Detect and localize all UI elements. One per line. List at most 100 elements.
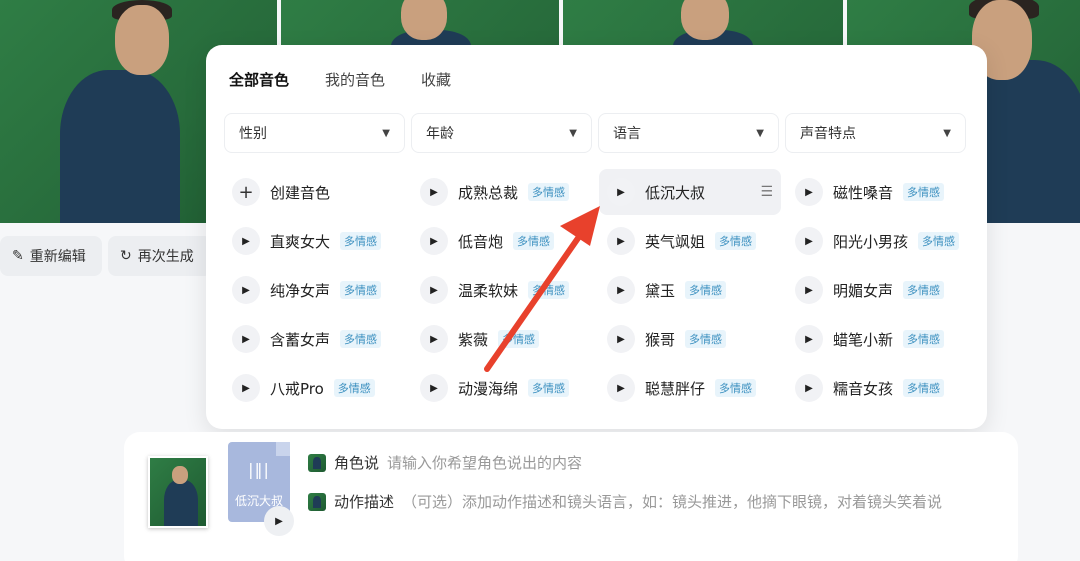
voice-item-selected[interactable]: ▶ 低沉大叔 ☰ — [599, 169, 781, 215]
settings-sliders-icon[interactable]: ☰ — [760, 184, 773, 200]
voice-label: 阳光小男孩 — [833, 232, 909, 251]
play-icon[interactable]: ▶ — [232, 325, 260, 353]
sound-wave-icon: |‖| — [248, 460, 270, 479]
multi-emotion-tag: 多情感 — [903, 379, 945, 397]
voice-item[interactable]: ▶ 糯音女孩 多情感 — [787, 365, 969, 411]
voice-item[interactable]: ▶ 低音炮 多情感 — [412, 218, 594, 264]
filter-label: 声音特点 — [800, 126, 856, 142]
play-icon[interactable]: ▶ — [232, 227, 260, 255]
voice-item[interactable]: ▶ 黛玉 多情感 — [599, 267, 781, 313]
voice-item[interactable]: ▶ 蜡笔小新 多情感 — [787, 316, 969, 362]
play-icon[interactable]: ▶ — [607, 325, 635, 353]
play-icon[interactable]: ▶ — [795, 374, 823, 402]
voice-item[interactable]: ▶ 成熟总裁 多情感 — [412, 169, 594, 215]
filter-voice-trait-dropdown[interactable]: 声音特点 ▼ — [785, 113, 966, 153]
prompt-card: |‖| 低沉大叔 ▶ 角色说 请输入你希望角色说出的内容 动作描述 （可选）添加… — [124, 432, 1018, 561]
voice-label: 蜡笔小新 — [833, 330, 894, 349]
voice-label: 纯净女声 — [270, 281, 331, 300]
voice-label: 动漫海绵 — [458, 379, 519, 398]
voice-label: 聪慧胖仔 — [645, 379, 706, 398]
play-icon[interactable]: ▶ — [420, 276, 448, 304]
person-face — [115, 5, 169, 75]
voice-label: 温柔软妹 — [458, 281, 519, 300]
action-description-row[interactable]: 动作描述 （可选）添加动作描述和镜头语言，如：镜头推进，他摘下眼镜，对着镜头笑着… — [308, 491, 942, 512]
play-icon[interactable]: ▶ — [607, 178, 635, 206]
voice-item[interactable]: ▶ 阳光小男孩 多情感 — [787, 218, 969, 264]
role-say-label: 角色说 — [334, 454, 380, 472]
voice-label: 明媚女声 — [833, 281, 894, 300]
person-figure — [164, 480, 198, 526]
voice-item[interactable]: ▶ 聪慧胖仔 多情感 — [599, 365, 781, 411]
play-icon[interactable]: ▶ — [607, 227, 635, 255]
multi-emotion-tag: 多情感 — [333, 379, 375, 397]
role-say-input[interactable]: 请输入你希望角色说出的内容 — [387, 452, 582, 473]
tab-my-voices[interactable]: 我的音色 — [325, 69, 385, 90]
filter-age-dropdown[interactable]: 年龄 ▼ — [411, 113, 592, 153]
play-icon[interactable]: ▶ — [795, 325, 823, 353]
play-icon[interactable]: ▶ — [420, 178, 448, 206]
action-description-input[interactable]: （可选）添加动作描述和镜头语言，如：镜头推进，他摘下眼镜，对着镜头笑着说 — [402, 491, 942, 512]
play-icon[interactable]: ▶ — [232, 276, 260, 304]
refresh-icon: ↻ — [120, 248, 132, 264]
character-mini-avatar — [308, 492, 326, 511]
create-voice-button[interactable]: + 创建音色 — [224, 169, 406, 215]
voice-label: 八戒Pro — [270, 379, 324, 398]
play-icon[interactable]: ▶ — [264, 506, 294, 536]
voice-label: 紫薇 — [458, 330, 489, 349]
play-icon[interactable]: ▶ — [795, 178, 823, 206]
filter-gender-dropdown[interactable]: 性别 ▼ — [224, 113, 405, 153]
play-icon[interactable]: ▶ — [795, 227, 823, 255]
regenerate-button[interactable]: ↻ 再次生成 — [108, 236, 212, 276]
voice-label: 英气飒姐 — [645, 232, 706, 251]
person-face — [172, 466, 188, 484]
caret-down-icon: ▼ — [756, 127, 764, 139]
voice-item[interactable]: ▶ 直爽女大 多情感 — [224, 218, 406, 264]
multi-emotion-tag: 多情感 — [528, 183, 570, 201]
play-icon[interactable]: ▶ — [420, 227, 448, 255]
filter-language-dropdown[interactable]: 语言 ▼ — [598, 113, 779, 153]
voice-item[interactable]: ▶ 纯净女声 多情感 — [224, 267, 406, 313]
multi-emotion-tag: 多情感 — [528, 379, 570, 397]
voice-label: 直爽女大 — [270, 232, 331, 251]
multi-emotion-tag: 多情感 — [903, 330, 945, 348]
file-fold-corner — [276, 442, 290, 456]
voice-item[interactable]: ▶ 紫薇 多情感 — [412, 316, 594, 362]
role-say-row[interactable]: 角色说 请输入你希望角色说出的内容 — [308, 452, 582, 473]
play-icon[interactable]: ▶ — [420, 325, 448, 353]
voice-item[interactable]: ▶ 明媚女声 多情感 — [787, 267, 969, 313]
person-figure — [60, 70, 180, 223]
voice-item[interactable]: ▶ 猴哥 多情感 — [599, 316, 781, 362]
play-icon[interactable]: ▶ — [607, 276, 635, 304]
voice-item[interactable]: ▶ 英气飒姐 多情感 — [599, 218, 781, 264]
multi-emotion-tag: 多情感 — [903, 281, 945, 299]
filter-label: 语言 — [613, 126, 641, 142]
voice-label: 磁性嗓音 — [833, 183, 894, 202]
voice-label: 糯音女孩 — [833, 379, 894, 398]
voice-item[interactable]: ▶ 温柔软妹 多情感 — [412, 267, 594, 313]
action-description-label: 动作描述 — [334, 493, 395, 511]
reedit-button[interactable]: ✎ 重新编辑 — [0, 236, 102, 276]
character-thumbnail[interactable] — [148, 456, 208, 528]
multi-emotion-tag: 多情感 — [685, 281, 727, 299]
voice-label: 低音炮 — [458, 232, 504, 251]
caret-down-icon: ▼ — [382, 127, 390, 139]
voice-item[interactable]: ▶ 含蓄女声 多情感 — [224, 316, 406, 362]
caret-down-icon: ▼ — [569, 127, 577, 139]
multi-emotion-tag: 多情感 — [918, 232, 960, 250]
voice-item[interactable]: ▶ 动漫海绵 多情感 — [412, 365, 594, 411]
tab-all-voices[interactable]: 全部音色 — [229, 69, 289, 90]
play-icon[interactable]: ▶ — [607, 374, 635, 402]
edit-icon: ✎ — [12, 248, 24, 264]
play-icon[interactable]: ▶ — [795, 276, 823, 304]
voice-filters: 性别 ▼ 年龄 ▼ 语言 ▼ 声音特点 ▼ — [224, 113, 966, 153]
multi-emotion-tag: 多情感 — [340, 232, 382, 250]
voice-label: 猴哥 — [645, 330, 676, 349]
voice-item[interactable]: ▶ 八戒Pro 多情感 — [224, 365, 406, 411]
play-icon[interactable]: ▶ — [420, 374, 448, 402]
multi-emotion-tag: 多情感 — [513, 232, 555, 250]
play-icon[interactable]: ▶ — [232, 374, 260, 402]
multi-emotion-tag: 多情感 — [340, 281, 382, 299]
filter-label: 性别 — [239, 126, 267, 142]
voice-item[interactable]: ▶ 磁性嗓音 多情感 — [787, 169, 969, 215]
tab-favorites[interactable]: 收藏 — [421, 69, 451, 90]
